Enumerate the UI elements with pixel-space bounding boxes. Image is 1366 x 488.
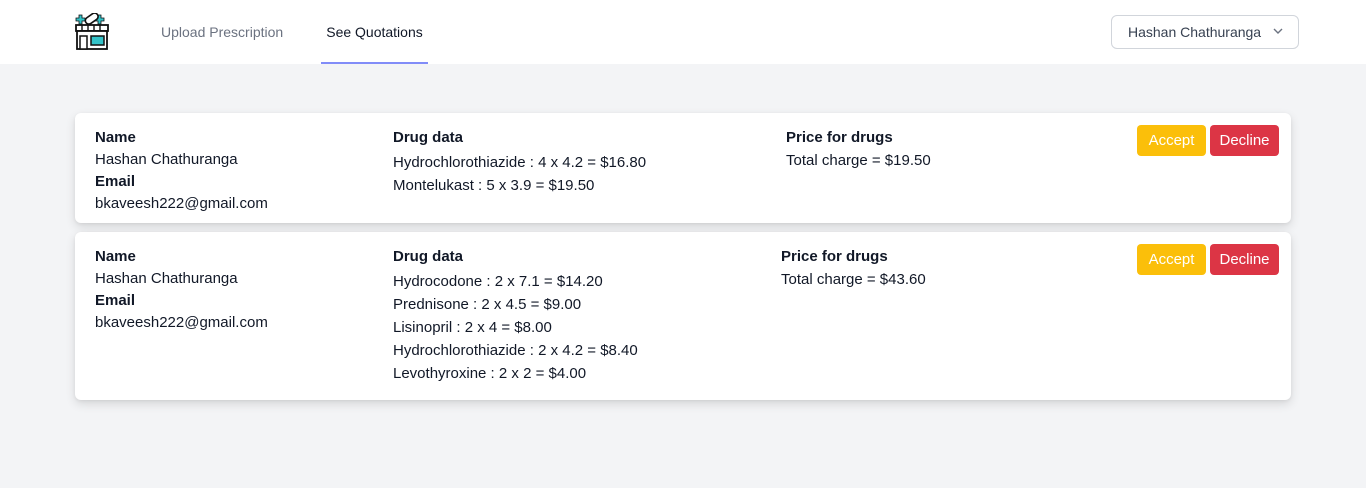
price-info: Price for drugs Total charge = $43.60 [781, 246, 926, 291]
price-info: Price for drugs Total charge = $19.50 [786, 127, 931, 172]
user-menu-dropdown[interactable]: Hashan Chathuranga [1111, 15, 1299, 49]
customer-email: bkaveesh222@gmail.com [95, 314, 268, 331]
accept-button[interactable]: Accept [1137, 244, 1206, 275]
pharmacy-store-icon[interactable] [74, 12, 110, 51]
drug-line: Hydrocodone : 2 x 7.1 = $14.20 [393, 273, 603, 290]
user-name: Hashan Chathuranga [1128, 24, 1262, 40]
nav-see-quotations[interactable]: See Quotations [321, 0, 428, 64]
name-label: Name [95, 248, 136, 265]
drug-line: Hydrochlorothiazide : 4 x 4.2 = $16.80 [393, 154, 647, 171]
email-label: Email [95, 173, 136, 190]
chevron-down-icon [1273, 28, 1283, 34]
drug-line: Lisinopril : 2 x 4 = $8.00 [393, 319, 552, 336]
decline-button[interactable]: Decline [1210, 244, 1279, 275]
nav-upload-prescription[interactable]: Upload Prescription [161, 0, 283, 64]
decline-button[interactable]: Decline [1210, 125, 1279, 156]
customer-info: Name Hashan Chathuranga Email bkaveesh22… [95, 127, 268, 215]
drug-data-label: Drug data [393, 248, 464, 265]
drug-line: Prednisone : 2 x 4.5 = $9.00 [393, 296, 582, 313]
drug-line: Montelukast : 5 x 3.9 = $19.50 [393, 177, 595, 194]
price-label: Price for drugs [781, 248, 888, 265]
quotation-card: Name Hashan Chathuranga Email bkaveesh22… [75, 113, 1291, 223]
accept-button[interactable]: Accept [1137, 125, 1206, 156]
navbar: Upload Prescription See Quotations Hasha… [0, 0, 1366, 64]
customer-name: Hashan Chathuranga [95, 151, 238, 168]
total-charge: Total charge = $19.50 [786, 152, 931, 169]
customer-email: bkaveesh222@gmail.com [95, 195, 268, 212]
drug-data-label: Drug data [393, 129, 464, 146]
drug-data: Drug data Hydrocodone : 2 x 7.1 = $14.20… [393, 246, 638, 385]
drug-data: Drug data Hydrochlorothiazide : 4 x 4.2 … [393, 127, 646, 197]
quotation-card: Name Hashan Chathuranga Email bkaveesh22… [75, 232, 1291, 400]
customer-name: Hashan Chathuranga [95, 270, 238, 287]
email-label: Email [95, 292, 136, 309]
drug-line: Hydrochlorothiazide : 2 x 4.2 = $8.40 [393, 342, 638, 359]
customer-info: Name Hashan Chathuranga Email bkaveesh22… [95, 246, 268, 334]
price-label: Price for drugs [786, 129, 893, 146]
drug-line: Levothyroxine : 2 x 2 = $4.00 [393, 365, 587, 382]
total-charge: Total charge = $43.60 [781, 271, 926, 288]
name-label: Name [95, 129, 136, 146]
